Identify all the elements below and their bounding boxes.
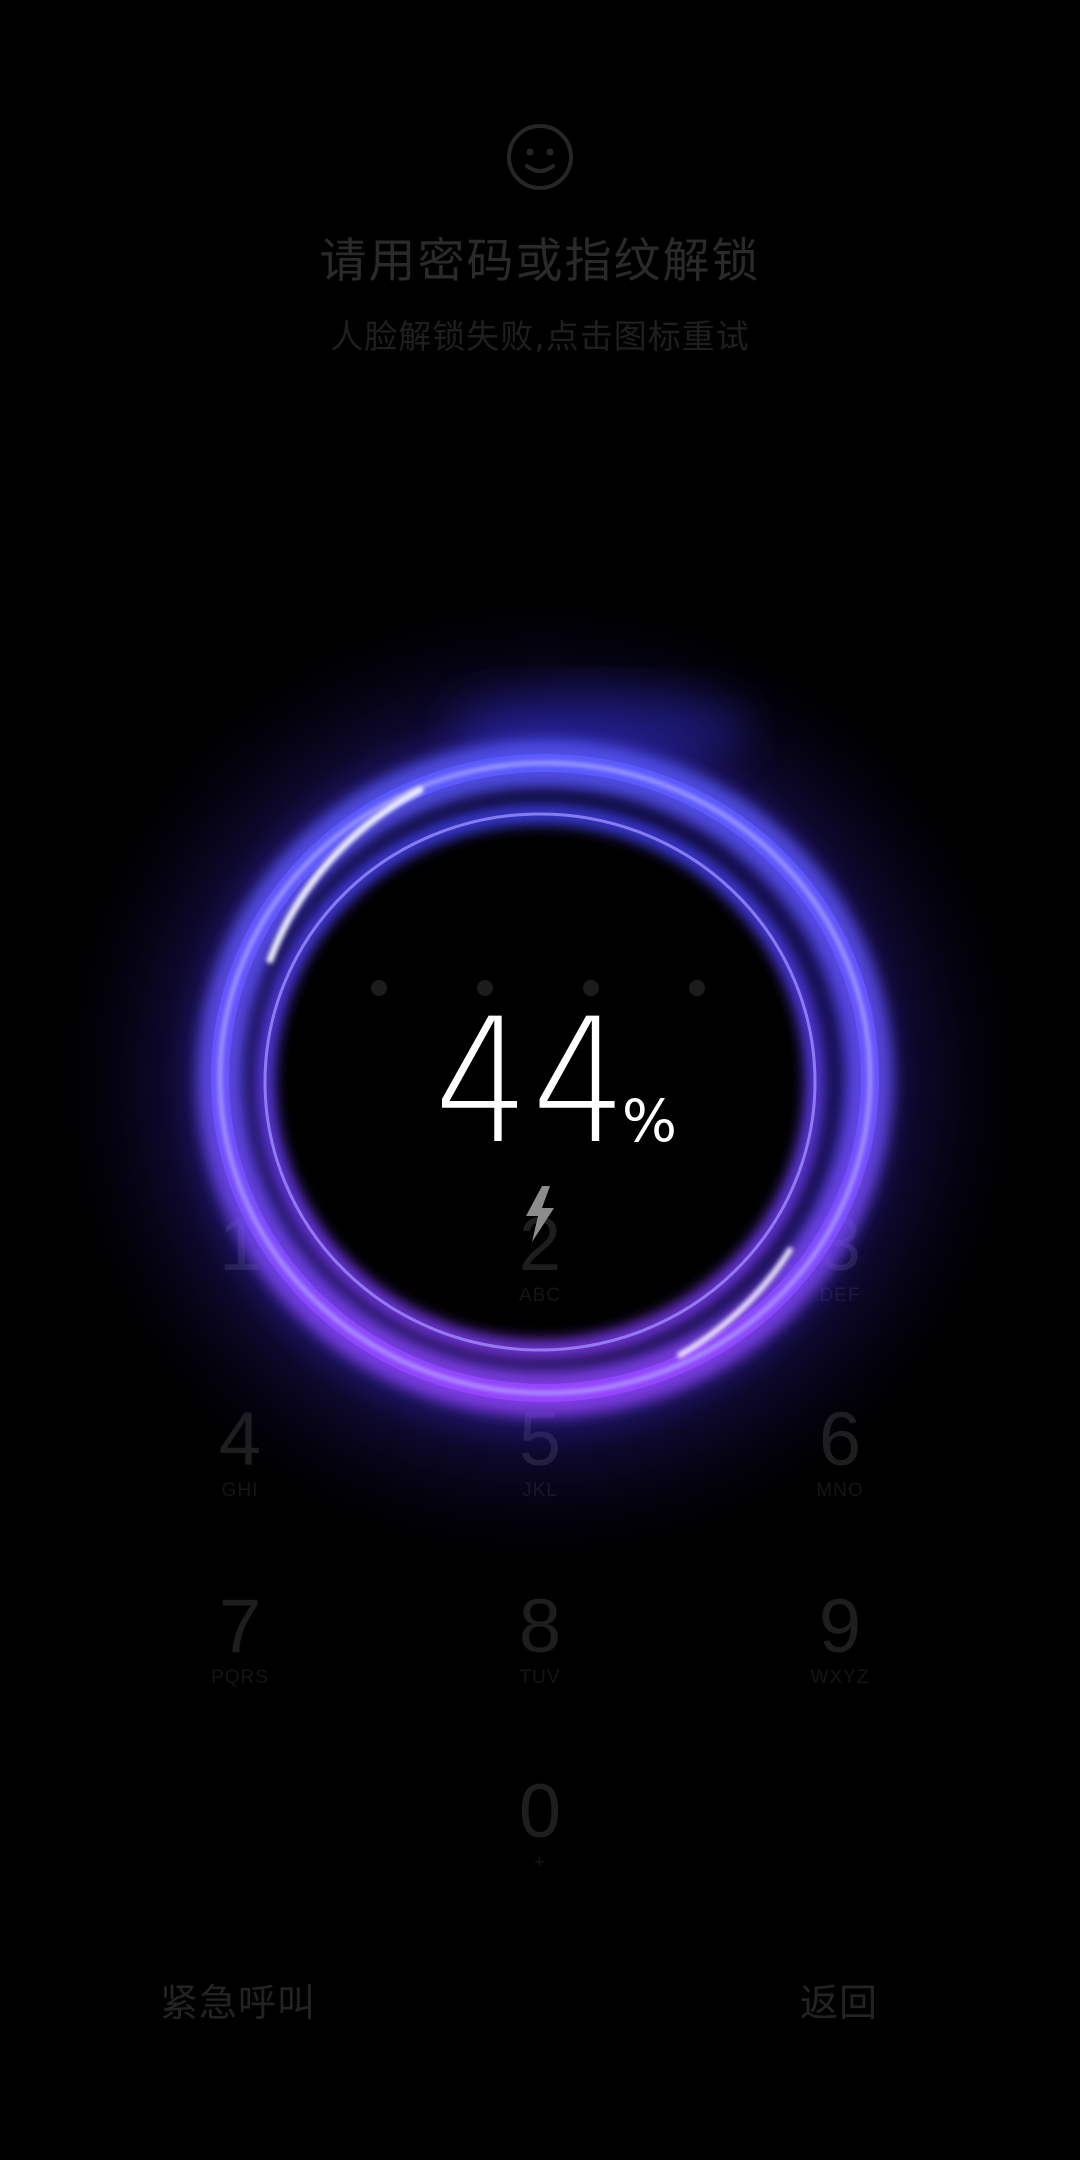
key-digit: 1 (218, 1202, 262, 1287)
battery-percent-unit: % (621, 1087, 677, 1155)
battery-readout: 44% (0, 996, 1080, 1168)
keypad-key-3[interactable]: 3 DEF (740, 1205, 940, 1335)
keypad-key-0[interactable]: 0 + (440, 1772, 640, 1902)
keypad-key-7[interactable]: 7 PQRS (140, 1587, 340, 1717)
key-letters: WXYZ (810, 1667, 870, 1688)
key-letters: + (533, 1852, 547, 1873)
key-letters: MNO (816, 1480, 864, 1501)
keypad-key-9[interactable]: 9 WXYZ (740, 1587, 940, 1717)
battery-percent-value: 44 (434, 981, 630, 1182)
emergency-call-button[interactable]: 紧急呼叫 (160, 1972, 316, 2027)
unlock-prompt-title: 请用密码或指纹解锁 (319, 234, 761, 289)
key-digit: 3 (818, 1202, 862, 1287)
key-letters: DEF (819, 1285, 861, 1306)
key-digit: 8 (518, 1584, 562, 1669)
key-letters: JKL (522, 1480, 558, 1501)
lightning-bolt-icon (526, 1186, 554, 1242)
key-digit: 0 (518, 1769, 562, 1854)
key-letters: ABC (518, 1285, 562, 1306)
keypad-key-4[interactable]: 4 GHI (140, 1400, 340, 1530)
key-digit: 7 (218, 1584, 262, 1669)
key-digit: 6 (818, 1397, 862, 1482)
key-letters: PQRS (211, 1667, 269, 1688)
key-digit: 5 (518, 1397, 562, 1482)
ring-highlight-left (266, 786, 424, 964)
key-digit: 4 (218, 1397, 262, 1482)
keypad-key-8[interactable]: 8 TUV (440, 1587, 640, 1717)
keypad-key-1[interactable]: 1 (140, 1205, 340, 1335)
key-letters: GHI (221, 1480, 259, 1501)
keypad-key-6[interactable]: 6 MNO (740, 1400, 940, 1530)
back-button[interactable]: 返回 (800, 1972, 878, 2027)
key-letters: TUV (519, 1667, 561, 1688)
ring-glow-wisp (450, 690, 750, 770)
keypad-key-5[interactable]: 5 JKL (440, 1400, 640, 1530)
pin-dot (689, 980, 705, 996)
face-unlock-icon[interactable] (505, 122, 575, 192)
key-digit: 9 (818, 1584, 862, 1669)
pin-dot (371, 980, 387, 996)
face-unlock-retry-hint[interactable]: 人脸解锁失败,点击图标重试 (0, 310, 1080, 358)
